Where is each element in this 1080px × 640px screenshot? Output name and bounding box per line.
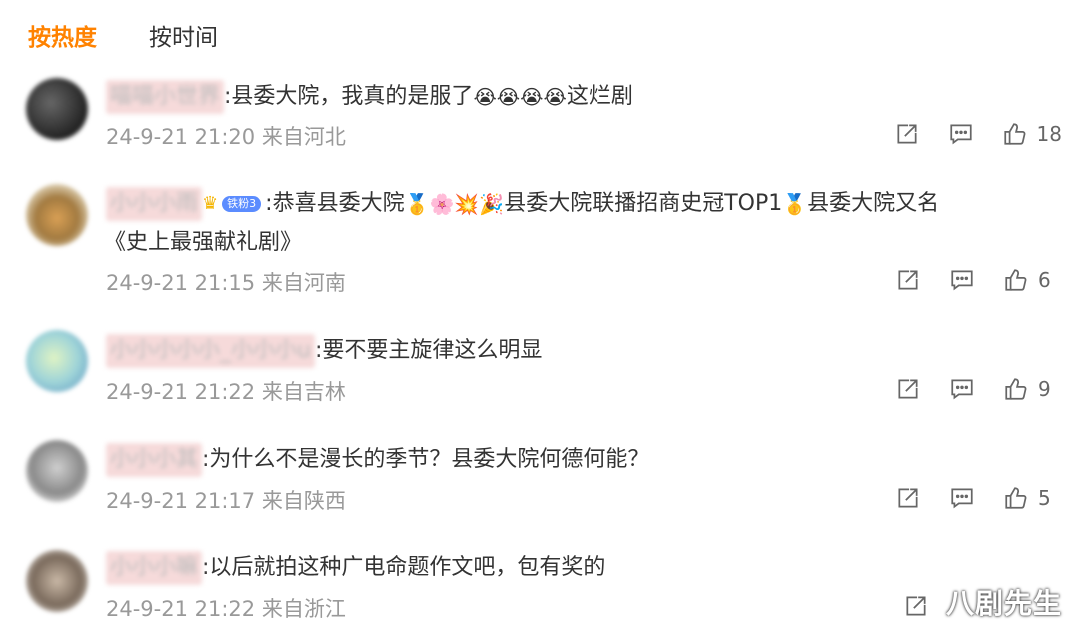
- fan-badge: 铁粉3: [222, 196, 262, 212]
- crying-emoji-icon: 😭😭😭😭: [473, 85, 567, 109]
- like-count: 6: [1038, 268, 1051, 292]
- share-icon[interactable]: [894, 266, 922, 294]
- comment-icon[interactable]: [948, 375, 976, 403]
- comment-meta: 24-9-21 21:15 来自河南: [106, 271, 346, 295]
- like-count: 18: [1036, 122, 1062, 146]
- comment-meta: 24-9-21 21:20 来自河北: [106, 125, 346, 149]
- comment-text-line2: 《史上最强献礼剧》: [104, 230, 303, 255]
- comment-meta: 24-9-21 21:22 来自浙江: [106, 597, 346, 621]
- comment-text-tail: 这烂剧: [566, 84, 633, 109]
- comment-actions: 5: [894, 484, 1062, 512]
- comment-actions: 18: [893, 120, 1062, 148]
- thumbs-up-icon: [1002, 375, 1030, 403]
- share-icon[interactable]: [894, 484, 922, 512]
- comment-text: :为什么不是漫长的季节？县委大院何德何能？: [202, 447, 650, 472]
- tab-hot[interactable]: 按热度: [28, 18, 97, 52]
- comment-text: :县委大院，我真的是服了: [224, 84, 474, 109]
- username[interactable]: 小小小小小_小小小u: [106, 334, 315, 368]
- comment-icon[interactable]: [947, 120, 975, 148]
- comment-actions: [902, 592, 930, 620]
- medal-emoji-icon: 🥇: [782, 192, 808, 216]
- share-icon[interactable]: [893, 120, 921, 148]
- comment-actions: 6: [894, 266, 1062, 294]
- username[interactable]: 小小小嘛: [106, 551, 203, 585]
- comment-text: :恭喜县委大院: [265, 191, 405, 216]
- tab-time[interactable]: 按时间: [149, 18, 218, 52]
- share-icon[interactable]: [894, 375, 922, 403]
- thumbs-up-icon: [1002, 266, 1030, 294]
- comment-icon[interactable]: [948, 266, 976, 294]
- comment-icon[interactable]: [948, 484, 976, 512]
- like-count: 9: [1038, 377, 1051, 401]
- thumbs-up-icon: [1002, 484, 1030, 512]
- like-count: 5: [1038, 486, 1051, 510]
- sort-tabs: 按热度 按时间: [28, 18, 218, 52]
- comment-text-tail: 县委大院联播招商史冠TOP1: [504, 191, 783, 216]
- watermark: 八剧先生: [945, 587, 1062, 620]
- thumbs-up-icon: [1001, 120, 1029, 148]
- comment-actions: 9: [894, 375, 1062, 403]
- like-button[interactable]: 9: [1002, 375, 1062, 403]
- username[interactable]: 喵喵小世界: [106, 80, 225, 114]
- avatar[interactable]: [26, 550, 88, 612]
- comment-meta: 24-9-21 21:22 来自吉林: [106, 380, 346, 404]
- crown-icon: ♛: [202, 193, 219, 214]
- avatar[interactable]: [26, 184, 88, 246]
- like-button[interactable]: 6: [1002, 266, 1062, 294]
- celebration-emoji-icon: 🥇🌸💥🎉: [404, 192, 505, 216]
- avatar[interactable]: [26, 330, 88, 392]
- share-icon[interactable]: [902, 592, 930, 620]
- like-button[interactable]: 5: [1002, 484, 1062, 512]
- avatar[interactable]: [26, 440, 88, 502]
- username[interactable]: 小小小其: [106, 443, 203, 477]
- avatar[interactable]: [26, 78, 88, 140]
- like-button[interactable]: 18: [1001, 120, 1062, 148]
- comment-meta: 24-9-21 21:17 来自陕西: [106, 489, 346, 513]
- comment-text: :以后就拍这种广电命题作文吧，包有奖的: [202, 555, 606, 580]
- comment-text: :要不要主旋律这么明显: [314, 338, 543, 363]
- comment-text-tail-2: 县委大院又名: [807, 191, 940, 216]
- username[interactable]: 小小小雨: [106, 187, 203, 221]
